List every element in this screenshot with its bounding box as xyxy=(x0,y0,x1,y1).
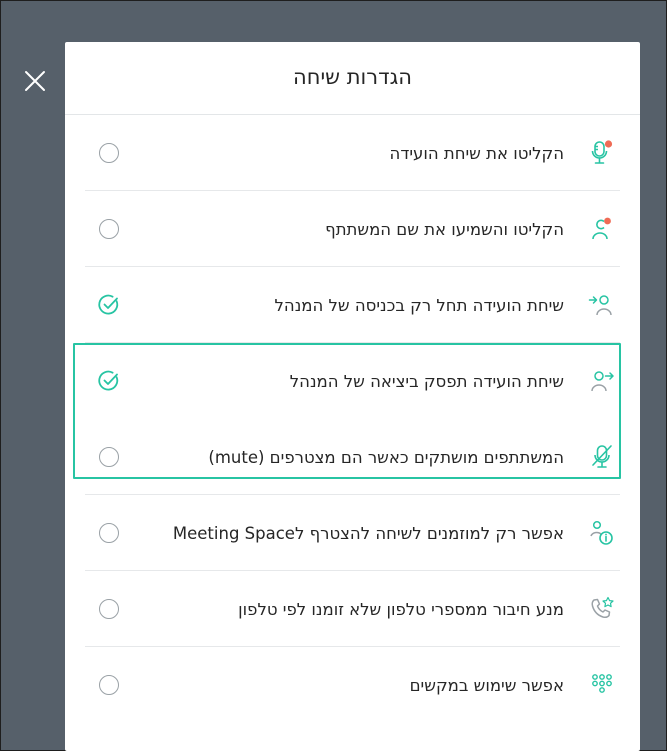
setting-end-on-host-exit[interactable]: שיחת הועידה תפסק ביציאה של המנהל xyxy=(80,343,620,419)
setting-mute-on-join[interactable]: המשתתפים מושתקים כאשר הם מצטרפים (mute) xyxy=(80,419,620,495)
setting-start-on-host[interactable]: שיחת הועידה תחל רק בכניסה של המנהל xyxy=(80,267,620,343)
close-button[interactable] xyxy=(20,66,50,96)
radio-end-on-host-exit[interactable] xyxy=(97,369,121,393)
radio-enable-keypad[interactable] xyxy=(97,673,121,697)
setting-label: הקליטו את שיחת הועידה xyxy=(389,143,564,163)
conversation-settings-panel: הגדרות שיחה הקליטו את שיחת הועידה הקליטו… xyxy=(65,42,640,751)
setting-label: מנע חיבור ממספרי טלפון שלא זומנו לפי טלפ… xyxy=(238,599,564,619)
invited-users-icon xyxy=(588,519,616,547)
radio-circle xyxy=(99,447,119,467)
radio-record-conference[interactable] xyxy=(97,141,121,165)
user-enter-icon xyxy=(588,291,616,319)
radio-circle xyxy=(99,675,119,695)
setting-label: שיחת הועידה תפסק ביציאה של המנהל xyxy=(289,371,564,391)
setting-enable-keypad[interactable]: אפשר שימוש במקשים xyxy=(80,647,620,723)
microphone-record-icon xyxy=(588,139,616,167)
microphone-muted-icon xyxy=(588,443,616,471)
setting-label: שיחת הועידה תחל רק בכניסה של המנהל xyxy=(274,295,564,315)
setting-record-participant-name[interactable]: הקליטו והשמיעו את שם המשתתף xyxy=(80,191,620,267)
setting-label: הקליטו והשמיעו את שם המשתתף xyxy=(325,219,564,239)
radio-mute-on-join[interactable] xyxy=(97,445,121,469)
setting-label: המשתתפים מושתקים כאשר הם מצטרפים (mute) xyxy=(208,447,564,467)
radio-circle xyxy=(99,143,119,163)
phone-block-icon xyxy=(588,595,616,623)
setting-label: אפשר שימוש במקשים xyxy=(409,675,564,695)
radio-invited-only[interactable] xyxy=(97,521,121,545)
radio-start-on-host[interactable] xyxy=(97,293,121,317)
panel-header: הגדרות שיחה xyxy=(65,42,640,115)
setting-block-uninvited-phones[interactable]: מנע חיבור ממספרי טלפון שלא זומנו לפי טלפ… xyxy=(80,571,620,647)
setting-record-conference[interactable]: הקליטו את שיחת הועידה xyxy=(80,115,620,191)
radio-circle xyxy=(99,219,119,239)
radio-circle xyxy=(99,599,119,619)
radio-block-uninvited-phones[interactable] xyxy=(97,597,121,621)
user-record-name-icon xyxy=(588,215,616,243)
check-circle-icon xyxy=(98,370,119,391)
check-circle-icon xyxy=(98,294,119,315)
keypad-icon xyxy=(588,671,616,699)
radio-record-participant-name[interactable] xyxy=(97,217,121,241)
panel-title: הגדרות שיחה xyxy=(293,65,412,89)
setting-invited-only[interactable]: אפשר רק למוזמנים לשיחה להצטרף לMeeting S… xyxy=(80,495,620,571)
setting-label: אפשר רק למוזמנים לשיחה להצטרף לMeeting S… xyxy=(172,523,564,543)
radio-circle xyxy=(99,523,119,543)
close-icon xyxy=(25,71,45,91)
user-exit-icon xyxy=(588,367,616,395)
